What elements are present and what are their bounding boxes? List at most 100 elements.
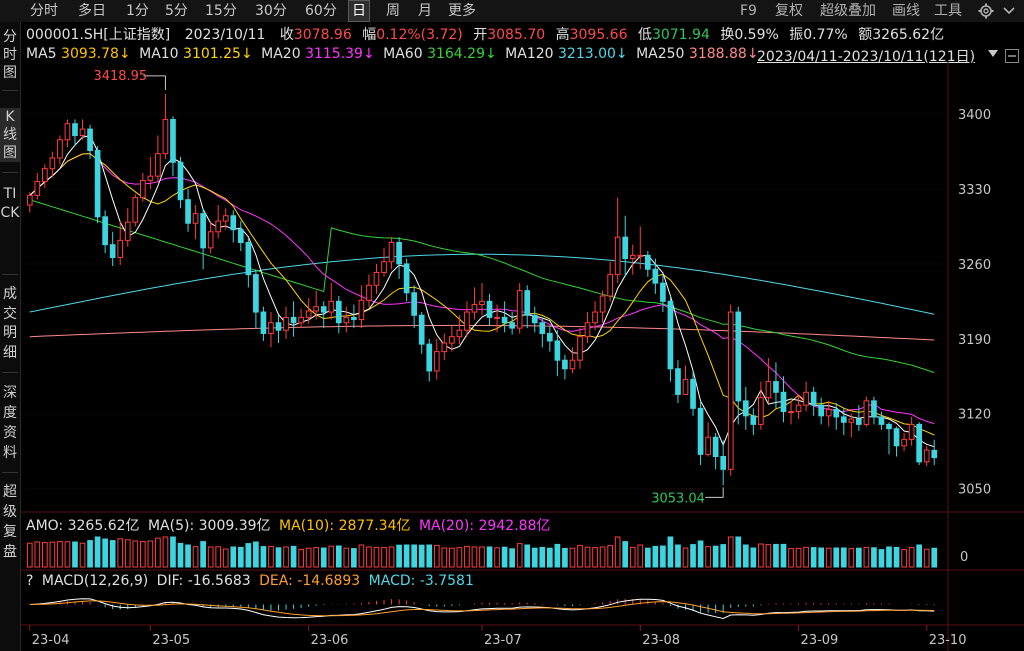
volume-bar — [908, 547, 915, 568]
candle-body — [592, 311, 598, 324]
volume-bar — [42, 542, 48, 568]
change-label: 幅 — [362, 27, 377, 43]
volume-bar — [584, 546, 591, 568]
candle-body — [509, 322, 515, 329]
volume-bar — [117, 538, 124, 568]
candle-body — [441, 342, 448, 353]
tab-1min[interactable]: 1分 — [126, 1, 149, 21]
candle-body — [908, 423, 915, 440]
volume-bar — [720, 544, 727, 568]
volume-bar — [155, 537, 161, 568]
tools-button[interactable]: 工具 — [934, 1, 962, 21]
candle-body — [373, 271, 380, 286]
volume-bar — [840, 547, 847, 568]
candle-body — [856, 418, 862, 425]
candle-body — [840, 416, 847, 423]
volume-bar — [373, 546, 380, 568]
chevron-down-icon[interactable] — [1003, 6, 1015, 16]
volume-bar — [539, 546, 546, 568]
volume-bar — [554, 543, 561, 568]
volume-bar — [803, 546, 809, 568]
volume-bar — [863, 546, 870, 568]
candle-body — [34, 181, 41, 196]
volume-bar — [893, 546, 900, 568]
candle-body — [222, 215, 229, 222]
candle-body — [795, 404, 802, 413]
y-tick-label: 3260 — [958, 258, 991, 273]
candle-body — [848, 418, 855, 423]
nav-separator — [2, 372, 18, 373]
overlay-button[interactable]: 超级叠加 — [820, 1, 876, 21]
candle-body — [577, 336, 583, 361]
candle-body — [758, 397, 764, 425]
volume-bar — [124, 539, 131, 568]
low-label: 低 — [637, 27, 652, 43]
nav-separator — [2, 274, 18, 275]
nav-depth-info[interactable]: 深度资料 — [0, 383, 20, 463]
tab-15min[interactable]: 15分 — [205, 1, 237, 21]
volume-bar — [34, 541, 41, 568]
volume-bar — [79, 542, 86, 568]
volume-bar — [185, 544, 191, 568]
volume-bar — [599, 546, 606, 568]
candle-body — [396, 242, 402, 265]
tab-60min[interactable]: 60分 — [305, 1, 337, 21]
candle-body — [871, 400, 877, 418]
low-annotation: 3053.04 — [651, 491, 705, 506]
ma60-value: 3164.29↓ — [427, 46, 497, 62]
tab-weekly[interactable]: 周 — [386, 1, 400, 21]
volume-bar — [351, 548, 357, 568]
volume-bar — [637, 544, 644, 568]
nav-kline-chart[interactable]: K线图 — [0, 108, 20, 162]
candle-body — [456, 329, 463, 338]
kline-chart[interactable]: 3418.953053.04 305031203190326033303400 … — [20, 62, 1024, 651]
candle-body — [57, 139, 63, 159]
nav-separator — [2, 90, 18, 91]
candle-body — [381, 261, 387, 273]
draw-line-button[interactable]: 画线 — [892, 1, 920, 21]
high-value: 3095.66 — [569, 27, 628, 43]
close-value: 3078.96 — [293, 27, 352, 43]
candle-body — [426, 343, 433, 372]
candle-body — [170, 118, 176, 163]
candle-body — [245, 242, 252, 276]
volume-bar — [531, 547, 538, 568]
ma120-label: MA120 — [505, 46, 554, 62]
volume-bar — [682, 547, 689, 568]
tab-5min[interactable]: 5分 — [165, 1, 188, 21]
nav-super-replay[interactable]: 超级复盘 — [0, 482, 20, 562]
candle-body — [147, 175, 154, 181]
date-range-dropdown-icon[interactable] — [988, 50, 998, 58]
nav-fenshi-chart[interactable]: 分时图 — [0, 28, 20, 82]
nav-separator — [2, 172, 18, 173]
candle-body — [26, 194, 33, 206]
candle-body — [237, 229, 244, 244]
tab-multiday[interactable]: 多日 — [78, 1, 106, 21]
collapse-icon[interactable] — [1005, 49, 1019, 63]
volume-bar — [825, 547, 832, 568]
candle-body — [283, 316, 289, 331]
nav-trade-detail[interactable]: 成交明细 — [0, 285, 20, 363]
volume-bar — [622, 541, 629, 568]
volume-bar — [810, 547, 817, 568]
tab-30min[interactable]: 30分 — [255, 1, 287, 21]
volume-bar — [298, 548, 304, 568]
tab-monthly[interactable]: 月 — [418, 1, 432, 21]
volume-bar — [916, 544, 922, 568]
f9-button[interactable]: F9 — [740, 1, 757, 21]
volume-bar — [102, 538, 108, 568]
fuquan-button[interactable]: 复权 — [775, 1, 803, 21]
nav-tick[interactable]: TICK — [0, 185, 20, 223]
volume-bar — [727, 536, 734, 568]
amplitude-label: 振 — [789, 27, 804, 43]
candle-body — [825, 408, 832, 417]
tab-daily[interactable]: 日 — [348, 0, 370, 22]
tab-more[interactable]: 更多 — [448, 1, 476, 21]
tab-fenshi[interactable]: 分时 — [30, 1, 58, 21]
candle-body — [418, 314, 425, 345]
candle-body — [735, 311, 742, 402]
volume-bar — [222, 548, 229, 568]
gear-icon[interactable] — [978, 3, 994, 19]
volume-bar — [788, 548, 794, 568]
volume-bar — [403, 544, 410, 568]
